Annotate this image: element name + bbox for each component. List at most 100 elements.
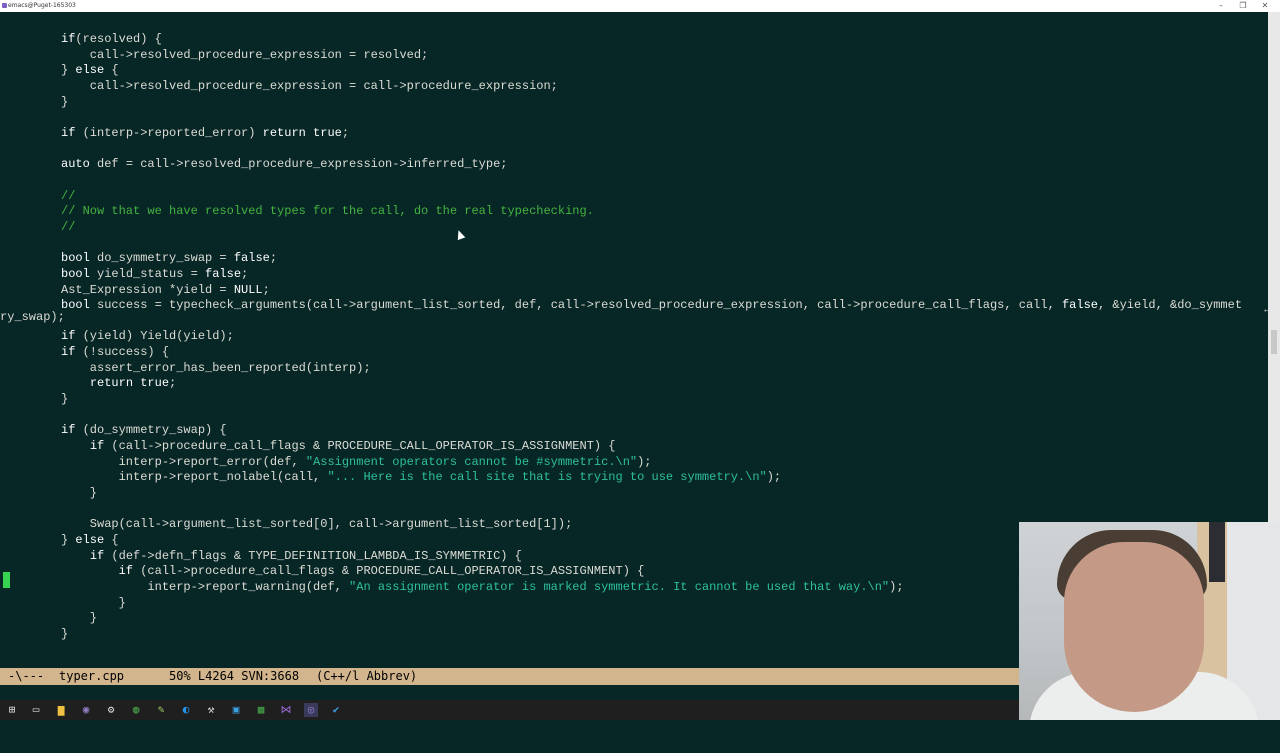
code-token: // bbox=[61, 219, 76, 234]
code-token: ; bbox=[269, 251, 278, 266]
code-line[interactable]: } bbox=[61, 611, 97, 625]
code-line[interactable]: Swap(call->argument_list_sorted[0], call… bbox=[61, 517, 573, 532]
code-token: auto bbox=[61, 157, 90, 172]
window-titlebar: emacs@Puget-165303 – ❐ ✕ bbox=[0, 0, 1280, 12]
code-line[interactable]: Ast_Expression *yield = NULL; bbox=[61, 283, 270, 297]
terminal-icon[interactable]: ▣ bbox=[229, 703, 243, 717]
text-cursor bbox=[3, 572, 10, 588]
file-explorer-icon[interactable]: ▆ bbox=[54, 703, 68, 717]
code-token: { bbox=[104, 533, 119, 547]
code-line[interactable]: } bbox=[61, 596, 126, 610]
scrollbar-thumb[interactable] bbox=[1271, 330, 1277, 354]
code-token: ); bbox=[889, 579, 904, 594]
code-line[interactable]: bool do_symmetry_swap = false; bbox=[61, 251, 277, 265]
cursor-position: 50% L4264 SVN:3668 bbox=[169, 669, 300, 683]
code-line[interactable]: return true; bbox=[61, 376, 176, 390]
code-line[interactable]: } bbox=[61, 486, 97, 500]
code-token: (interp->reported_error) bbox=[75, 125, 263, 140]
code-token: bool bbox=[61, 251, 90, 266]
app-icon[interactable]: ⚙ bbox=[104, 703, 118, 717]
code-token: (!success) { bbox=[75, 345, 170, 360]
code-token: if bbox=[89, 548, 105, 563]
code-token: , &yield, &do_symmet bbox=[1098, 298, 1243, 313]
code-token: assert_error_has_been_reported(interp); bbox=[61, 360, 371, 375]
code-line[interactable]: assert_error_has_been_reported(interp); bbox=[61, 361, 371, 375]
code-line[interactable]: call->resolved_procedure_expression = ca… bbox=[61, 79, 558, 93]
code-token: Swap(call->argument_list_sorted[0], call… bbox=[61, 517, 573, 532]
code-line[interactable]: interp->report_error(def, "Assignment op… bbox=[61, 455, 652, 469]
code-line[interactable]: if (interp->reported_error) return true; bbox=[61, 126, 349, 140]
code-line[interactable]: call->resolved_procedure_expression = re… bbox=[61, 48, 428, 62]
task-view-icon[interactable]: ▭ bbox=[29, 703, 43, 717]
code-token: success = typecheck_arguments(call->argu… bbox=[89, 298, 1062, 313]
check-icon[interactable]: ✔ bbox=[329, 703, 343, 717]
code-line[interactable]: interp->report_warning(def, "An assignme… bbox=[61, 579, 904, 594]
edge-icon[interactable]: ◐ bbox=[179, 703, 193, 717]
code-line[interactable]: bool yield_status = false; bbox=[61, 267, 248, 281]
code-token: if bbox=[61, 329, 76, 344]
code-token: } bbox=[61, 611, 98, 626]
code-line[interactable]: if (def->defn_flags & TYPE_DEFINITION_LA… bbox=[61, 549, 522, 563]
maximize-button[interactable]: ❐ bbox=[1232, 0, 1254, 12]
code-token: if bbox=[89, 439, 105, 454]
code-line[interactable]: interp->report_nolabel(call, "... Here i… bbox=[61, 470, 782, 485]
emacs-active-icon[interactable]: ◎ bbox=[304, 703, 318, 717]
chrome-icon[interactable]: ◍ bbox=[129, 703, 143, 717]
tools-icon[interactable]: ⚒ bbox=[204, 703, 218, 717]
code-line[interactable]: if(resolved) { bbox=[61, 32, 162, 46]
app-green-icon[interactable]: ▩ bbox=[254, 703, 268, 717]
visual-studio-icon[interactable]: ⋈ bbox=[279, 703, 293, 717]
wrapped-line-text[interactable]: ry_swap); bbox=[0, 310, 65, 326]
emacs-icon[interactable]: ◉ bbox=[79, 703, 93, 717]
code-line[interactable]: // bbox=[61, 220, 75, 234]
code-line[interactable]: if (call->procedure_call_flags & PROCEDU… bbox=[61, 564, 645, 579]
code-line[interactable]: if (!success) { bbox=[61, 345, 169, 359]
webcam-shadow bbox=[1209, 522, 1225, 582]
code-line[interactable]: if (call->procedure_call_flags & PROCEDU… bbox=[61, 439, 616, 453]
code-line[interactable]: if (do_symmetry_swap) { bbox=[61, 423, 227, 437]
close-button[interactable]: ✕ bbox=[1254, 0, 1276, 12]
code-line[interactable]: if (yield) Yield(yield); bbox=[61, 329, 234, 343]
code-line[interactable]: } bbox=[61, 627, 68, 641]
code-token: "Assignment operators cannot be #symmetr… bbox=[305, 454, 638, 469]
code-token: yield_status = bbox=[89, 266, 206, 281]
code-line[interactable]: // bbox=[61, 189, 75, 203]
code-token: ; bbox=[241, 266, 249, 281]
windows-start-icon[interactable]: ⊞ bbox=[5, 703, 19, 717]
code-line[interactable]: auto def = call->resolved_procedure_expr… bbox=[61, 157, 507, 171]
code-token: false bbox=[1061, 298, 1098, 313]
code-token: call->resolved_procedure_expression = re… bbox=[61, 47, 429, 62]
code-token: ; bbox=[262, 282, 270, 297]
code-token: Ast_Expression *yield = bbox=[61, 282, 234, 297]
minimize-button[interactable]: – bbox=[1210, 0, 1232, 12]
code-token: } bbox=[61, 533, 76, 547]
webcam-overlay bbox=[1019, 522, 1280, 720]
code-line[interactable]: } bbox=[61, 95, 68, 109]
code-token: } bbox=[61, 595, 126, 610]
code-token: } bbox=[61, 63, 76, 78]
code-line[interactable]: // Now that we have resolved types for t… bbox=[61, 204, 594, 218]
code-token: else bbox=[75, 533, 105, 547]
code-line[interactable]: } else { bbox=[61, 63, 119, 77]
code-token: return true bbox=[262, 125, 342, 140]
window-title: emacs@Puget-165303 bbox=[8, 2, 76, 9]
code-line[interactable]: } else { bbox=[61, 533, 119, 547]
major-mode: (C++/l Abbrev) bbox=[316, 669, 418, 683]
code-token: { bbox=[104, 63, 119, 78]
buffer-name: typer.cpp bbox=[59, 669, 125, 683]
notepadpp-icon[interactable]: ✎ bbox=[154, 703, 168, 717]
code-token: call->resolved_procedure_expression = ca… bbox=[61, 78, 558, 93]
code-token: ; bbox=[169, 376, 177, 391]
code-token: bool bbox=[61, 266, 90, 281]
code-line[interactable]: } bbox=[61, 392, 68, 406]
code-token: interp->report_nolabel(call, bbox=[61, 470, 328, 485]
code-token: if bbox=[61, 125, 76, 140]
code-token: interp->report_warning(def, bbox=[61, 579, 350, 594]
code-token: (call->procedure_call_flags & PROCEDURE_… bbox=[133, 564, 645, 579]
code-token: if bbox=[61, 345, 76, 360]
code-token: if bbox=[61, 423, 76, 438]
code-line[interactable]: bool success = typecheck_arguments(call-… bbox=[61, 298, 1242, 312]
